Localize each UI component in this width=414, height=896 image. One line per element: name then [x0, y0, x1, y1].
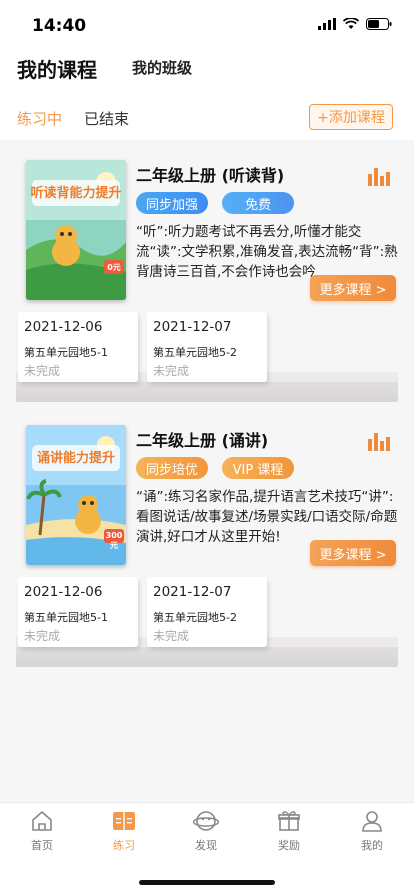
- lesson-unit: 第五单元园地5-2: [153, 611, 237, 624]
- tab-practice[interactable]: 练习: [94, 809, 154, 853]
- more-courses-button[interactable]: 更多课程 >: [310, 540, 396, 566]
- tab-discover[interactable]: 发现: [176, 809, 236, 853]
- lesson-status: 未完成: [24, 364, 61, 378]
- cover-badge: 300元: [105, 531, 123, 550]
- course-list: 听读背能力提升 0元 二年级上册 (听读背) 同步加强 免费 “听”:听力题考试…: [0, 140, 414, 802]
- tab-my-classes[interactable]: 我的班级: [132, 57, 192, 78]
- course-cover[interactable]: [26, 160, 126, 300]
- tab-label: 首页: [31, 839, 53, 852]
- lesson-item[interactable]: 2021-12-07 第五单元园地5-2 未完成: [147, 577, 267, 647]
- lesson-status: 未完成: [153, 629, 190, 643]
- discover-icon: [193, 811, 219, 831]
- course-card: 诵讲能力提升 300元 二年级上册 (诵讲) 同步培优 VIP 课程 “诵”:练…: [16, 423, 398, 679]
- lesson-item[interactable]: 2021-12-07 第五单元园地5-2 未完成: [147, 312, 267, 382]
- lesson-date: 2021-12-06: [24, 319, 103, 335]
- lesson-item[interactable]: 2021-12-06 第五单元园地5-1 未完成: [18, 577, 138, 647]
- header: 我的课程 我的班级: [0, 48, 414, 90]
- tab-label: 发现: [195, 839, 217, 852]
- lesson-unit: 第五单元园地5-2: [153, 346, 237, 359]
- tab-label: 我的: [361, 839, 383, 852]
- signal-icon: [318, 18, 336, 30]
- tab-home[interactable]: 首页: [12, 809, 72, 853]
- home-icon: [32, 811, 52, 831]
- add-course-button[interactable]: +添加课程: [309, 104, 393, 130]
- home-indicator: [139, 880, 275, 885]
- wifi-icon: [343, 18, 359, 29]
- tab-label: 练习: [113, 839, 135, 852]
- course-tag: 同步加强: [136, 192, 208, 214]
- status-time: 14:40: [32, 16, 87, 36]
- lesson-item[interactable]: 2021-12-06 第五单元园地5-1 未完成: [18, 312, 138, 382]
- lesson-date: 2021-12-06: [24, 584, 103, 600]
- course-description: “诵”:练习名家作品,提升语言艺术技巧“讲”:看图说话/故事复述/场景实践/口语…: [136, 489, 398, 545]
- lesson-date: 2021-12-07: [153, 584, 232, 600]
- lesson-status: 未完成: [24, 629, 61, 643]
- subtabs: 练习中 已结束 +添加课程: [0, 100, 414, 136]
- subtab-in-progress[interactable]: 练习中: [17, 108, 62, 129]
- practice-icon: [113, 812, 135, 830]
- course-tag: 同步培优: [136, 457, 208, 479]
- tab-my-courses[interactable]: 我的课程: [17, 54, 97, 83]
- lesson-date: 2021-12-07: [153, 319, 232, 335]
- lesson-unit: 第五单元园地5-1: [24, 611, 108, 624]
- more-courses-button[interactable]: 更多课程 >: [310, 275, 396, 301]
- course-card: 听读背能力提升 0元 二年级上册 (听读背) 同步加强 免费 “听”:听力题考试…: [16, 158, 398, 414]
- tab-rewards[interactable]: 奖励: [259, 809, 319, 853]
- status-icons: [318, 18, 392, 30]
- lesson-unit: 第五单元园地5-1: [24, 346, 108, 359]
- stats-icon[interactable]: [368, 433, 390, 451]
- cover-title: 听读背能力提升: [30, 186, 122, 201]
- status-bar: 14:40: [0, 0, 414, 48]
- course-description: “听”:听力题考试不再丢分,听懂才能交流“读”:文学积累,准确发音,表达流畅“背…: [136, 224, 398, 280]
- stats-icon[interactable]: [368, 168, 390, 186]
- course-title: 二年级上册 (听读背): [136, 166, 285, 185]
- course-tag: VIP 课程: [222, 457, 294, 479]
- course-tag: 免费: [222, 192, 294, 214]
- tab-mine[interactable]: 我的: [342, 809, 402, 853]
- cover-badge: 0元: [107, 263, 121, 272]
- lesson-status: 未完成: [153, 364, 190, 378]
- battery-icon: [366, 18, 392, 30]
- cover-title: 诵讲能力提升: [36, 451, 115, 466]
- tab-label: 奖励: [278, 839, 300, 852]
- course-title: 二年级上册 (诵讲): [136, 431, 269, 450]
- subtab-ended[interactable]: 已结束: [84, 108, 129, 129]
- profile-icon: [362, 811, 382, 832]
- gift-icon: [278, 811, 300, 831]
